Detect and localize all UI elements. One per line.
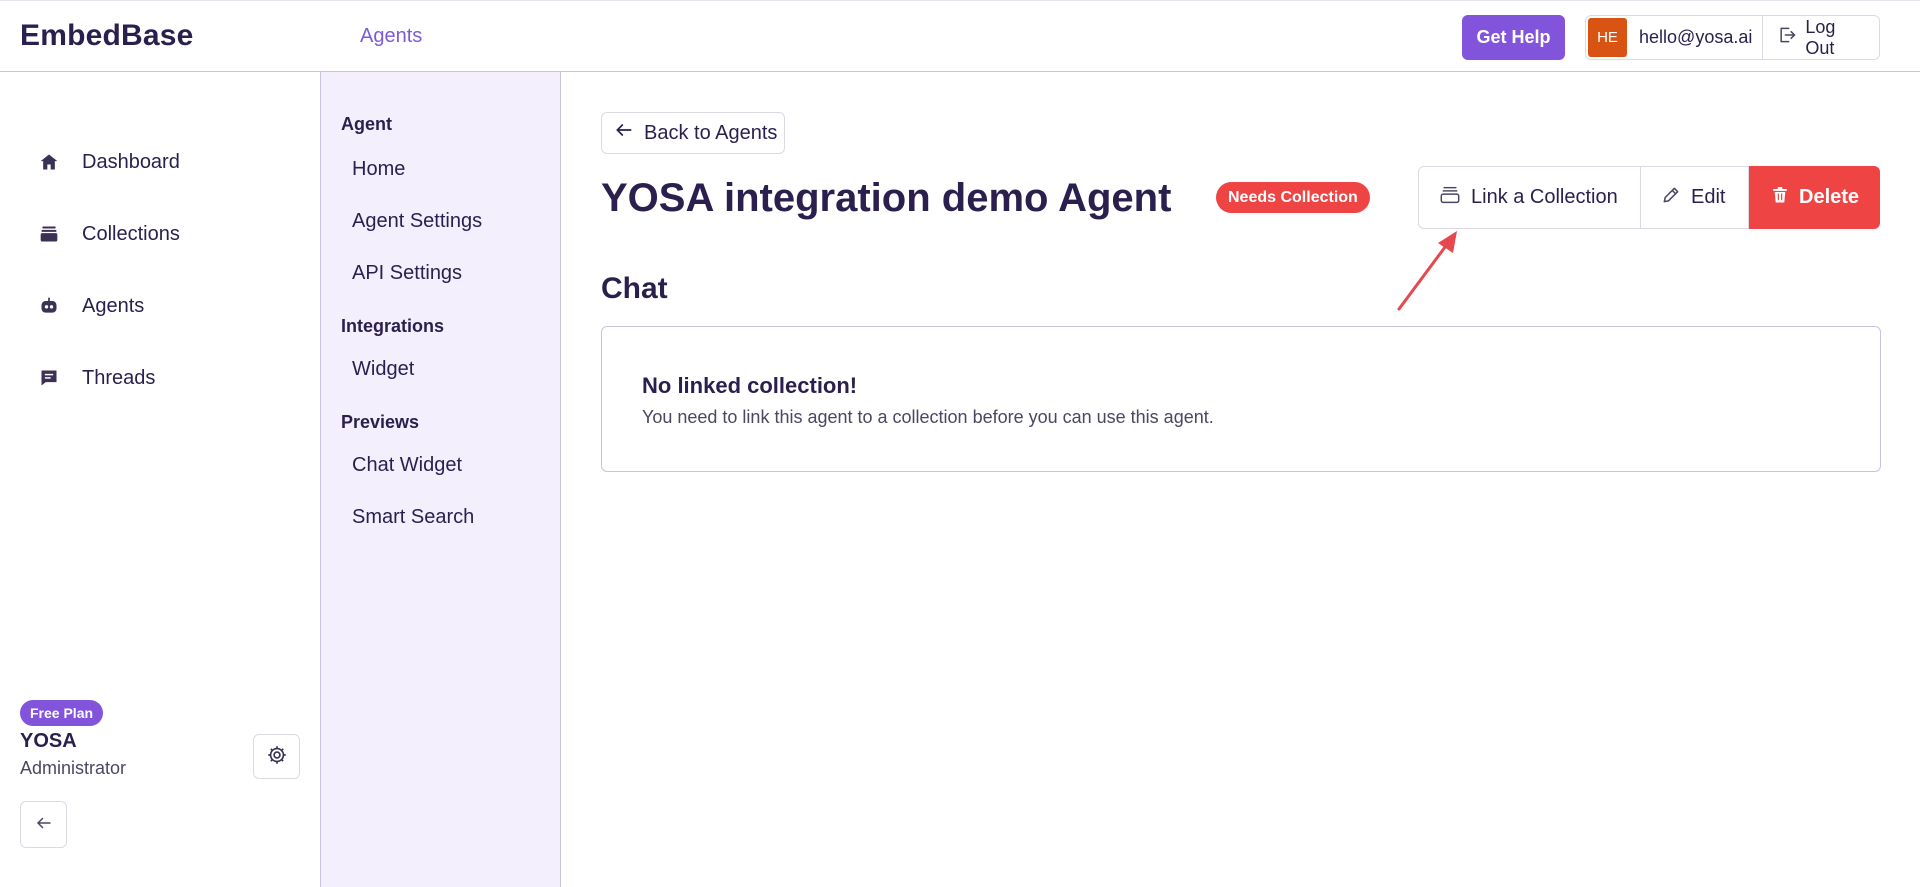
subnav-link-smart-search[interactable]: Smart Search: [352, 506, 474, 529]
avatar[interactable]: HE: [1588, 18, 1628, 57]
arrow-left-icon: [614, 120, 634, 146]
subnav-heading-integrations: Integrations: [341, 316, 445, 336]
edit-button[interactable]: Edit: [1641, 166, 1749, 229]
sidebar-item-dashboard[interactable]: Dashboard: [38, 142, 180, 182]
org-name: YOSA: [20, 730, 77, 752]
collection-icon: [1439, 184, 1461, 212]
page-title: YOSA integration demo Agent: [601, 176, 1172, 220]
user-email[interactable]: hello@yosa.ai: [1629, 16, 1764, 59]
plan-badge: Free Plan: [20, 700, 104, 726]
app-root: EmbedBase Agents Get Help HE hello@yosa.…: [0, 0, 1920, 887]
back-label: Back to Agents: [644, 121, 778, 144]
brand-logo[interactable]: EmbedBase: [20, 19, 194, 53]
delete-button[interactable]: Delete: [1749, 166, 1880, 229]
edit-label: Edit: [1691, 186, 1726, 208]
org-role: Administrator: [20, 758, 127, 778]
sidebar-item-threads[interactable]: Threads: [38, 358, 155, 398]
sidebar-item-label: Threads: [82, 366, 156, 389]
subnav-heading-agent: Agent: [341, 114, 392, 134]
robot-icon: [38, 295, 60, 317]
logout-button[interactable]: Log Out: [1763, 16, 1879, 59]
collections-icon: [38, 223, 60, 245]
collapse-sidebar-button[interactable]: [20, 801, 67, 848]
link-collection-label: Link a Collection: [1471, 186, 1618, 208]
user-menu: HE hello@yosa.ai Log Out: [1585, 15, 1880, 60]
delete-label: Delete: [1799, 186, 1860, 208]
breadcrumb-agents[interactable]: Agents: [360, 25, 422, 48]
notice-title: No linked collection!: [642, 373, 858, 398]
sidebar-item-agents[interactable]: Agents: [38, 286, 144, 326]
link-collection-button[interactable]: Link a Collection: [1418, 166, 1641, 229]
chat-icon: [38, 367, 60, 389]
subnav-link-agent-settings[interactable]: Agent Settings: [352, 210, 482, 233]
settings-button[interactable]: [253, 734, 300, 779]
gear-icon: [266, 744, 288, 769]
sidebar: Dashboard Collections Agents Threads Fre…: [0, 72, 320, 887]
agent-actions: Link a Collection Edit Delete: [1418, 166, 1880, 229]
sidebar-item-label: Collections: [82, 222, 180, 245]
subnav-link-widget[interactable]: Widget: [352, 358, 414, 381]
annotation-arrow-icon: [1397, 231, 1457, 311]
arrow-left-icon: [35, 814, 53, 835]
subnav-link-chat-widget[interactable]: Chat Widget: [352, 454, 462, 477]
agent-subnav: Agent Home Agent Settings API Settings I…: [320, 72, 561, 887]
subnav-link-home[interactable]: Home: [352, 158, 405, 181]
subnav-link-api-settings[interactable]: API Settings: [352, 262, 462, 285]
back-to-agents-button[interactable]: Back to Agents: [601, 112, 785, 154]
get-help-button[interactable]: Get Help: [1462, 15, 1565, 60]
subnav-heading-previews: Previews: [341, 412, 420, 432]
sidebar-item-label: Agents: [82, 294, 145, 317]
sidebar-item-collections[interactable]: Collections: [38, 214, 180, 254]
status-badge: Needs Collection: [1216, 182, 1370, 213]
notice-text: You need to link this agent to a collect…: [642, 407, 1214, 427]
sidebar-item-label: Dashboard: [82, 150, 180, 173]
main-content: Back to Agents YOSA integration demo Age…: [561, 72, 1920, 887]
pencil-icon: [1661, 185, 1681, 211]
home-icon: [38, 151, 60, 173]
trash-icon: [1771, 185, 1789, 211]
logout-icon: [1777, 25, 1797, 50]
no-collection-notice: No linked collection! You need to link t…: [601, 326, 1881, 472]
logout-label: Log Out: [1805, 16, 1836, 58]
chat-heading: Chat: [601, 272, 668, 305]
top-bar: EmbedBase Agents Get Help HE hello@yosa.…: [0, 0, 1920, 72]
